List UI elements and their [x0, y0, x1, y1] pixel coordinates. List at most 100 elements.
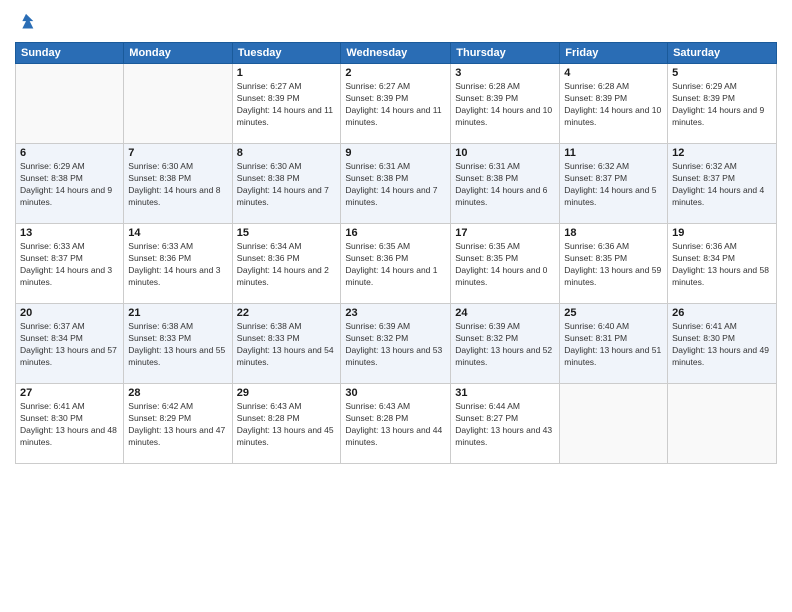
calendar-week-row: 6 Sunrise: 6:29 AMSunset: 8:38 PMDaylight…: [16, 144, 777, 224]
calendar-cell: 21 Sunrise: 6:38 AMSunset: 8:33 PMDayligh…: [124, 304, 232, 384]
day-number: 27: [20, 387, 119, 399]
day-info: Sunrise: 6:41 AMSunset: 8:30 PMDaylight:…: [672, 321, 772, 369]
day-info: Sunrise: 6:36 AMSunset: 8:34 PMDaylight:…: [672, 241, 772, 289]
calendar-cell: 27 Sunrise: 6:41 AMSunset: 8:30 PMDayligh…: [16, 384, 124, 464]
calendar-table: SundayMondayTuesdayWednesdayThursdayFrid…: [15, 42, 777, 464]
day-info: Sunrise: 6:35 AMSunset: 8:35 PMDaylight:…: [455, 241, 555, 289]
day-number: 22: [237, 307, 337, 319]
day-number: 20: [20, 307, 119, 319]
calendar-cell: 2 Sunrise: 6:27 AMSunset: 8:39 PMDaylight…: [341, 64, 451, 144]
day-number: 7: [128, 147, 227, 159]
calendar-cell: 12 Sunrise: 6:32 AMSunset: 8:37 PMDayligh…: [668, 144, 777, 224]
calendar-cell: 22Sunrise: 6:38 AMSunset: 8:33 PMDayligh…: [232, 304, 341, 384]
calendar-cell: 24Sunrise: 6:39 AMSunset: 8:32 PMDayligh…: [451, 304, 560, 384]
day-number: 4: [564, 67, 663, 79]
day-info: Sunrise: 6:33 AMSunset: 8:37 PMDaylight:…: [20, 241, 119, 289]
day-number: 31: [455, 387, 555, 399]
day-number: 28: [128, 387, 227, 399]
day-info: Sunrise: 6:31 AMSunset: 8:38 PMDaylight:…: [345, 161, 446, 209]
weekday-header-friday: Friday: [560, 43, 668, 64]
day-number: 9: [345, 147, 446, 159]
day-number: 25: [564, 307, 663, 319]
day-number: 11: [564, 147, 663, 159]
calendar-cell: 15Sunrise: 6:34 AMSunset: 8:36 PMDayligh…: [232, 224, 341, 304]
day-number: 16: [345, 227, 446, 239]
calendar-cell: [668, 384, 777, 464]
header: [15, 10, 777, 34]
calendar-cell: 6 Sunrise: 6:29 AMSunset: 8:38 PMDaylight…: [16, 144, 124, 224]
calendar-cell: 4 Sunrise: 6:28 AMSunset: 8:39 PMDaylight…: [560, 64, 668, 144]
day-number: 2: [345, 67, 446, 79]
day-info: Sunrise: 6:43 AMSunset: 8:28 PMDaylight:…: [345, 401, 446, 449]
calendar-week-row: 13 Sunrise: 6:33 AMSunset: 8:37 PMDayligh…: [16, 224, 777, 304]
calendar-cell: 13 Sunrise: 6:33 AMSunset: 8:37 PMDayligh…: [16, 224, 124, 304]
calendar-cell: 7 Sunrise: 6:30 AMSunset: 8:38 PMDaylight…: [124, 144, 232, 224]
day-number: 26: [672, 307, 772, 319]
day-number: 18: [564, 227, 663, 239]
calendar-cell: 17 Sunrise: 6:35 AMSunset: 8:35 PMDayligh…: [451, 224, 560, 304]
day-number: 13: [20, 227, 119, 239]
logo: [15, 14, 39, 34]
day-info: Sunrise: 6:32 AMSunset: 8:37 PMDaylight:…: [564, 161, 663, 209]
calendar-cell: [16, 64, 124, 144]
calendar-cell: 11 Sunrise: 6:32 AMSunset: 8:37 PMDayligh…: [560, 144, 668, 224]
day-number: 30: [345, 387, 446, 399]
calendar-cell: 20 Sunrise: 6:37 AMSunset: 8:34 PMDayligh…: [16, 304, 124, 384]
calendar-cell: 28 Sunrise: 6:42 AMSunset: 8:29 PMDayligh…: [124, 384, 232, 464]
day-number: 10: [455, 147, 555, 159]
day-number: 1: [237, 67, 337, 79]
weekday-header-row: SundayMondayTuesdayWednesdayThursdayFrid…: [16, 43, 777, 64]
day-info: Sunrise: 6:32 AMSunset: 8:37 PMDaylight:…: [672, 161, 772, 209]
calendar-cell: 14Sunrise: 6:33 AMSunset: 8:36 PMDayligh…: [124, 224, 232, 304]
day-number: 17: [455, 227, 555, 239]
calendar-cell: 10Sunrise: 6:31 AMSunset: 8:38 PMDayligh…: [451, 144, 560, 224]
calendar-week-row: 1 Sunrise: 6:27 AMSunset: 8:39 PMDaylight…: [16, 64, 777, 144]
day-info: Sunrise: 6:39 AMSunset: 8:32 PMDaylight:…: [455, 321, 555, 369]
day-info: Sunrise: 6:28 AMSunset: 8:39 PMDaylight:…: [455, 81, 555, 129]
day-number: 14: [128, 227, 227, 239]
day-info: Sunrise: 6:37 AMSunset: 8:34 PMDaylight:…: [20, 321, 119, 369]
day-info: Sunrise: 6:43 AMSunset: 8:28 PMDaylight:…: [237, 401, 337, 449]
weekday-header-saturday: Saturday: [668, 43, 777, 64]
calendar-cell: 16 Sunrise: 6:35 AMSunset: 8:36 PMDayligh…: [341, 224, 451, 304]
day-info: Sunrise: 6:36 AMSunset: 8:35 PMDaylight:…: [564, 241, 663, 289]
calendar-week-row: 27 Sunrise: 6:41 AMSunset: 8:30 PMDayligh…: [16, 384, 777, 464]
day-info: Sunrise: 6:30 AMSunset: 8:38 PMDaylight:…: [237, 161, 337, 209]
day-info: Sunrise: 6:38 AMSunset: 8:33 PMDaylight:…: [128, 321, 227, 369]
day-number: 29: [237, 387, 337, 399]
calendar-cell: 1 Sunrise: 6:27 AMSunset: 8:39 PMDaylight…: [232, 64, 341, 144]
day-number: 5: [672, 67, 772, 79]
day-info: Sunrise: 6:44 AMSunset: 8:27 PMDaylight:…: [455, 401, 555, 449]
calendar-cell: 29 Sunrise: 6:43 AMSunset: 8:28 PMDayligh…: [232, 384, 341, 464]
day-number: 23: [345, 307, 446, 319]
calendar-cell: 9 Sunrise: 6:31 AMSunset: 8:38 PMDaylight…: [341, 144, 451, 224]
day-number: 21: [128, 307, 227, 319]
weekday-header-tuesday: Tuesday: [232, 43, 341, 64]
day-info: Sunrise: 6:40 AMSunset: 8:31 PMDaylight:…: [564, 321, 663, 369]
day-number: 6: [20, 147, 119, 159]
day-number: 12: [672, 147, 772, 159]
calendar-week-row: 20 Sunrise: 6:37 AMSunset: 8:34 PMDayligh…: [16, 304, 777, 384]
day-info: Sunrise: 6:29 AMSunset: 8:38 PMDaylight:…: [20, 161, 119, 209]
day-info: Sunrise: 6:42 AMSunset: 8:29 PMDaylight:…: [128, 401, 227, 449]
calendar-cell: 5Sunrise: 6:29 AMSunset: 8:39 PMDaylight…: [668, 64, 777, 144]
calendar-cell: 31 Sunrise: 6:44 AMSunset: 8:27 PMDayligh…: [451, 384, 560, 464]
day-info: Sunrise: 6:41 AMSunset: 8:30 PMDaylight:…: [20, 401, 119, 449]
calendar-cell: [560, 384, 668, 464]
day-info: Sunrise: 6:35 AMSunset: 8:36 PMDaylight:…: [345, 241, 446, 289]
calendar-cell: 30 Sunrise: 6:43 AMSunset: 8:28 PMDayligh…: [341, 384, 451, 464]
calendar-cell: 18 Sunrise: 6:36 AMSunset: 8:35 PMDayligh…: [560, 224, 668, 304]
day-info: Sunrise: 6:28 AMSunset: 8:39 PMDaylight:…: [564, 81, 663, 129]
day-number: 15: [237, 227, 337, 239]
day-info: Sunrise: 6:27 AMSunset: 8:39 PMDaylight:…: [237, 81, 337, 129]
calendar-page: SundayMondayTuesdayWednesdayThursdayFrid…: [0, 0, 792, 612]
day-info: Sunrise: 6:27 AMSunset: 8:39 PMDaylight:…: [345, 81, 446, 129]
weekday-header-thursday: Thursday: [451, 43, 560, 64]
calendar-cell: 19Sunrise: 6:36 AMSunset: 8:34 PMDayligh…: [668, 224, 777, 304]
calendar-cell: 23Sunrise: 6:39 AMSunset: 8:32 PMDayligh…: [341, 304, 451, 384]
weekday-header-monday: Monday: [124, 43, 232, 64]
calendar-cell: 8 Sunrise: 6:30 AMSunset: 8:38 PMDaylight…: [232, 144, 341, 224]
day-number: 8: [237, 147, 337, 159]
calendar-cell: 25 Sunrise: 6:40 AMSunset: 8:31 PMDayligh…: [560, 304, 668, 384]
day-info: Sunrise: 6:30 AMSunset: 8:38 PMDaylight:…: [128, 161, 227, 209]
